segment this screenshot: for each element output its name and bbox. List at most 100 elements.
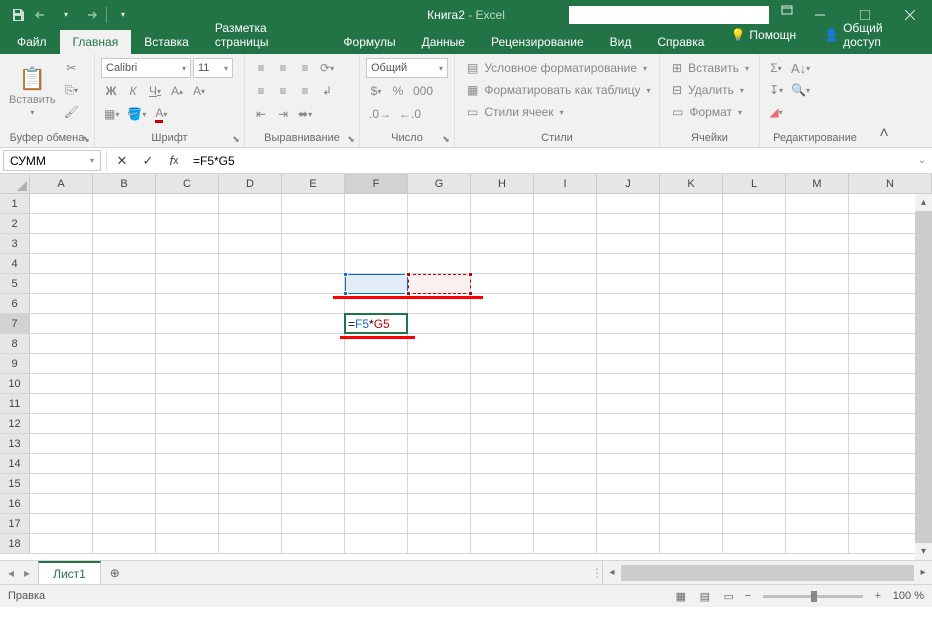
cell[interactable] [219,314,282,334]
cell[interactable] [219,354,282,374]
cell[interactable] [30,254,93,274]
cell[interactable] [408,314,471,334]
row-head-18[interactable]: 18 [0,534,30,554]
tab-help[interactable]: Справка [644,30,717,54]
cell[interactable] [786,354,849,374]
row-head-13[interactable]: 13 [0,434,30,454]
cell[interactable] [534,514,597,534]
cell[interactable] [408,234,471,254]
cell[interactable] [660,254,723,274]
percent-button[interactable]: % [388,81,408,101]
cell[interactable] [219,294,282,314]
cell[interactable] [156,274,219,294]
cell[interactable] [471,514,534,534]
tab-file[interactable]: Файл [4,30,60,54]
cell[interactable] [534,294,597,314]
cell[interactable] [282,434,345,454]
cell[interactable] [30,434,93,454]
cell[interactable] [345,334,408,354]
cell[interactable] [282,334,345,354]
cell[interactable] [408,434,471,454]
cell[interactable] [597,214,660,234]
cell[interactable] [471,534,534,554]
cell[interactable] [534,214,597,234]
tab-formulas[interactable]: Формулы [330,30,408,54]
cell[interactable] [93,234,156,254]
cell[interactable] [219,474,282,494]
cell[interactable] [723,514,786,534]
vertical-scrollbar[interactable]: ▴ ▾ [915,194,932,560]
cell[interactable] [30,314,93,334]
cell[interactable] [282,454,345,474]
cell[interactable] [597,454,660,474]
cell[interactable] [219,434,282,454]
cell[interactable] [786,234,849,254]
cell[interactable] [93,354,156,374]
cell[interactable] [219,534,282,554]
save-icon[interactable] [8,5,28,25]
cell[interactable] [30,354,93,374]
scroll-right-button[interactable]: ▸ [914,567,932,578]
indent-increase-button[interactable]: ⇥ [273,104,293,124]
cell[interactable] [723,294,786,314]
cell[interactable] [156,254,219,274]
cell[interactable] [345,534,408,554]
row-head-10[interactable]: 10 [0,374,30,394]
col-L[interactable]: L [723,174,786,194]
cell[interactable] [723,314,786,334]
cell[interactable] [408,194,471,214]
expand-formula-bar-button[interactable]: ⌄ [912,155,932,166]
qat-customize-icon[interactable]: ▾ [113,5,133,25]
cell[interactable] [723,394,786,414]
cell[interactable] [282,354,345,374]
cell[interactable] [660,454,723,474]
cell[interactable] [30,534,93,554]
view-page-break-button[interactable]: ▭ [717,587,741,605]
cell[interactable] [282,374,345,394]
cell[interactable] [534,394,597,414]
comma-button[interactable]: 000 [410,81,436,101]
cell[interactable] [156,194,219,214]
cell[interactable] [30,274,93,294]
cell[interactable] [786,294,849,314]
cell[interactable] [30,334,93,354]
redo-icon[interactable] [80,5,100,25]
cell[interactable] [156,394,219,414]
cell[interactable] [786,334,849,354]
cell[interactable] [660,534,723,554]
cell[interactable] [408,534,471,554]
cell[interactable] [408,454,471,474]
cell[interactable] [156,334,219,354]
row-head-2[interactable]: 2 [0,214,30,234]
tab-review[interactable]: Рецензирование [478,30,597,54]
cell[interactable] [660,494,723,514]
cell[interactable] [345,294,408,314]
cell[interactable] [219,454,282,474]
row-head-7[interactable]: 7 [0,314,30,334]
collapse-ribbon-button[interactable]: ˄ [870,54,898,147]
cell[interactable] [408,334,471,354]
cell[interactable] [219,414,282,434]
format-painter-button[interactable]: 🖌 [61,102,82,122]
cell[interactable] [471,274,534,294]
cell[interactable] [345,254,408,274]
cell[interactable] [597,334,660,354]
align-bottom-button[interactable]: ≡ [295,58,315,78]
cells-delete-button[interactable]: ⊟Удалить▾ [666,80,753,100]
cell[interactable] [30,494,93,514]
row-head-17[interactable]: 17 [0,514,30,534]
cell[interactable] [30,474,93,494]
row-head-11[interactable]: 11 [0,394,30,414]
tab-insert[interactable]: Вставка [131,30,202,54]
cell[interactable] [408,254,471,274]
fill-button[interactable]: ↧▾ [766,80,786,100]
cell[interactable] [219,494,282,514]
cell[interactable] [471,494,534,514]
cell[interactable] [156,454,219,474]
cell[interactable] [30,294,93,314]
cell[interactable] [156,534,219,554]
cell[interactable] [471,294,534,314]
cell[interactable] [408,514,471,534]
number-format-combo[interactable]: Общий▾ [366,58,448,78]
cell[interactable] [282,414,345,434]
